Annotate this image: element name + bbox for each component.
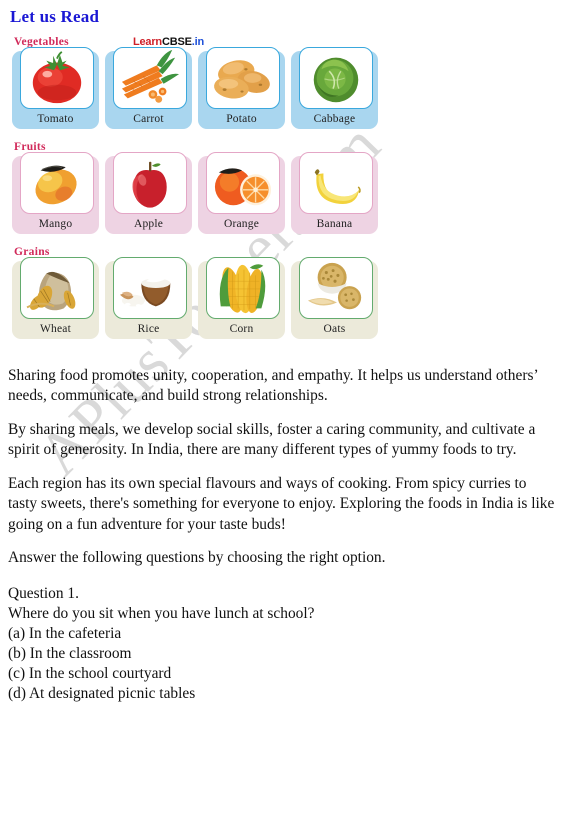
food-card-apple[interactable]: Apple [105,152,192,234]
food-chart: LearnCBSE.in Vegetables Tomato Carrot Po… [0,36,400,366]
learncbse-part3: .in [191,36,204,48]
food-card-wheat[interactable]: Wheat [12,257,99,339]
food-card-rice[interactable]: Rice [105,257,192,339]
option-b[interactable]: (b) In the classroom [8,644,558,664]
orange-icon [206,152,280,214]
food-card-mango[interactable]: Mango [12,152,99,234]
page-title: Let us Read [10,7,100,26]
paragraph-1: Sharing food promotes unity, cooperation… [8,367,538,405]
question-block: Question 1. Where do you sit when you ha… [8,584,558,704]
mango-icon [20,152,94,214]
reading-passage: Sharing food promotes unity, cooperation… [0,366,566,704]
tomato-icon [20,47,94,109]
food-card-corn[interactable]: Corn [198,257,285,339]
food-card-label: Cabbage [313,113,356,125]
food-card-label: Carrot [133,113,164,125]
paragraph-3: Each region has its own special flavours… [8,474,555,533]
food-card-orange[interactable]: Orange [198,152,285,234]
card-row-fruits: Mango Apple Orange Banana [12,152,400,234]
food-card-carrot[interactable]: Carrot [105,47,192,129]
food-card-label: Rice [137,323,160,335]
option-c[interactable]: (c) In the school courtyard [8,664,558,684]
carrot-icon [113,47,187,109]
wheat-icon [20,257,94,319]
food-card-label: Mango [38,218,73,230]
banana-icon [299,152,373,214]
question-number: Question 1. [8,584,79,602]
food-card-tomato[interactable]: Tomato [12,47,99,129]
option-a[interactable]: (a) In the cafeteria [8,624,558,644]
card-row-grains: Wheat Rice Corn Oats [12,257,400,339]
oats-icon [299,257,373,319]
cabbage-icon [299,47,373,109]
rice-icon [113,257,187,319]
food-card-label: Banana [316,218,353,230]
food-card-label: Tomato [37,113,74,125]
food-card-label: Corn [229,323,254,335]
food-group-vegetables: Vegetables Tomato Carrot Potato Cabbage [0,36,400,129]
food-card-label: Wheat [39,323,71,335]
corn-icon [206,257,280,319]
food-card-oats[interactable]: Oats [291,257,378,339]
food-card-label: Orange [223,218,260,230]
card-row-vegetables: Tomato Carrot Potato Cabbage [12,47,400,129]
food-card-cabbage[interactable]: Cabbage [291,47,378,129]
food-card-banana[interactable]: Banana [291,152,378,234]
question-text: Where do you sit when you have lunch at … [8,604,315,622]
food-group-fruits: Fruits Mango Apple Orange Banana [0,141,400,234]
worksheet-page: Let us Read LearnCBSE.in Vegetables Toma… [0,0,566,704]
apple-icon [113,152,187,214]
food-card-label: Apple [133,218,164,230]
potato-icon [206,47,280,109]
paragraph-2: By sharing meals, we develop social skil… [8,420,536,459]
food-card-label: Potato [226,113,257,125]
food-card-label: Oats [323,323,346,335]
option-d[interactable]: (d) At designated picnic tables [8,684,558,704]
food-card-potato[interactable]: Potato [198,47,285,129]
instruction-line: Answer the following questions by choosi… [8,549,386,567]
food-group-grains: Grains Wheat Rice Corn Oats [0,246,400,339]
